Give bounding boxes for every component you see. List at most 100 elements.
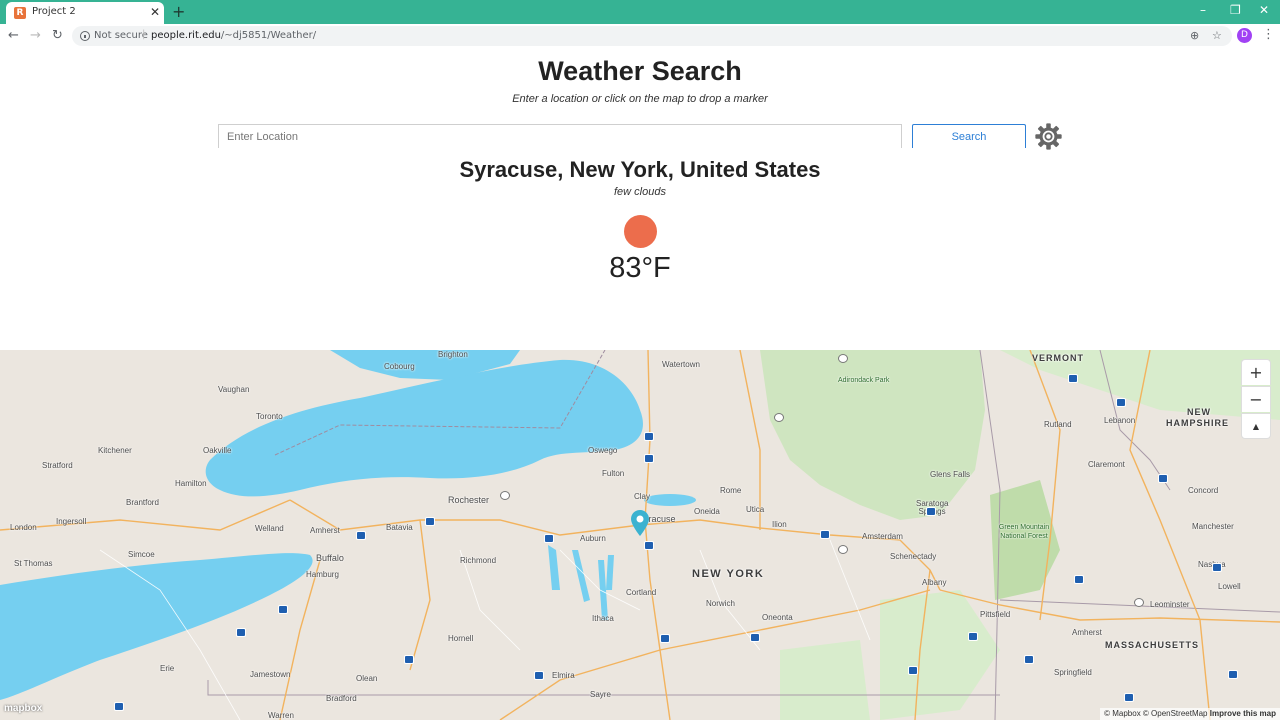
interstate-shield-icon [968,632,978,641]
interstate-shield-icon [644,541,654,550]
restore-icon[interactable]: ❐ [1230,3,1241,17]
interstate-shield-icon [1212,563,1222,572]
interstate-shield-icon [908,666,918,675]
interstate-shield-icon [644,454,654,463]
page-subtitle: Enter a location or click on the map to … [512,93,768,105]
improve-map-link[interactable]: Improve this map [1210,709,1276,718]
location-search-input[interactable] [218,124,902,148]
map-label-state: NEW [1187,407,1211,417]
map-label-city: Brantford [126,498,159,507]
security-label[interactable]: Not secure [94,30,148,41]
interstate-shield-icon [404,655,414,664]
mapbox-logo[interactable]: mapbox [4,703,42,714]
map-label-city: Concord [1188,486,1219,495]
minimize-icon[interactable]: – [1200,3,1206,17]
interstate-shield-icon [425,517,435,526]
map-label-city: Rochester [448,495,490,505]
map-label-city: Utica [746,505,765,514]
map-marker-icon[interactable] [631,510,649,536]
map-label-city: Clay [634,492,651,501]
map-label-city: Cortland [626,588,657,597]
map-label-city: Oneonta [762,613,793,622]
reload-icon[interactable]: ↻ [52,28,63,44]
interstate-shield-icon [1158,474,1168,483]
interstate-shield-icon [1024,655,1034,664]
bookmark-star-icon[interactable]: ☆ [1212,29,1222,43]
map-label-city: Springfield [1054,668,1092,677]
location-target-icon[interactable]: ⊕ [1190,29,1199,43]
interstate-shield-icon [1124,693,1134,702]
new-tab-icon[interactable]: + [172,2,185,22]
url-separator: | [142,29,146,40]
map-label-city: Stratford [42,461,73,470]
map-label-city: Oswego [588,446,618,455]
map-label-city: Ilion [772,520,787,529]
us-route-shield-icon [774,413,784,422]
interstate-shield-icon [1074,575,1084,584]
map-label-city: Leominster [1150,600,1190,609]
profile-avatar[interactable]: D [1237,28,1252,43]
map-label-city: Erie [160,664,175,673]
menu-icon[interactable]: ⋮ [1262,27,1275,43]
map-label-city: Rome [720,486,742,495]
map-label-city: Ingersoll [56,517,87,526]
map-label-city: Oneida [694,507,720,516]
map-label-city: Elmira [552,671,575,680]
attribution-text[interactable]: © Mapbox © OpenStreetMap [1104,709,1207,718]
interstate-shield-icon [750,633,760,642]
gear-icon[interactable] [1034,122,1063,151]
forward-icon[interactable]: → [30,28,41,44]
map-label-city: Watertown [662,360,700,369]
interstate-shield-icon [926,507,936,516]
interstate-shield-icon [114,702,124,711]
map-label-city: Batavia [386,523,413,532]
interstate-shield-icon [278,605,288,614]
interstate-shield-icon [544,534,554,543]
zoom-in-button[interactable]: + [1241,359,1271,385]
map-label-city: Hamburg [306,570,339,579]
url-path: /~dj5851/Weather/ [220,30,317,41]
map-label-city: Ithaca [592,614,614,623]
tab-close-icon[interactable]: ✕ [150,5,160,19]
map-label-city: Bradford [326,694,357,703]
map-label-city: Kitchener [98,446,132,455]
favicon-icon: R [14,7,26,19]
browser-titlebar: R Project 2 ✕ + – ❐ ✕ [0,0,1280,24]
address-bar[interactable]: Not secure | people.rit.edu/~dj5851/Weat… [72,26,1232,46]
search-button[interactable]: Search [912,124,1026,148]
interstate-shield-icon [644,432,654,441]
map-label-state: MASSACHUSETTS [1105,640,1200,650]
interstate-shield-icon [820,530,830,539]
map-label-city: Claremont [1088,460,1125,469]
map-label-state: HAMPSHIRE [1166,418,1230,428]
interstate-shield-icon [534,671,544,680]
map-label-city: Warren [268,711,294,720]
map-label-city: Hornell [448,634,474,643]
map-label-city: Amherst [1072,628,1102,637]
url-host: people.rit.edu [151,30,221,41]
browser-tab[interactable]: R Project 2 ✕ [6,2,164,24]
back-icon[interactable]: ← [8,28,19,44]
window-close-icon[interactable]: ✕ [1259,3,1269,17]
map-label-city: Jamestown [250,670,291,679]
map-label-city: Cobourg [384,362,415,371]
map-label-city: Amherst [310,526,340,535]
interstate-shield-icon [356,531,366,540]
interstate-shield-icon [1116,398,1126,407]
us-route-shield-icon [1134,598,1144,607]
compass-button[interactable]: ▲ [1241,413,1271,439]
map-label-city: Brighton [438,350,468,359]
map-label-city: Glens Falls [930,470,971,479]
map-attribution: © Mapbox © OpenStreetMap Improve this ma… [1100,708,1280,720]
us-route-shield-icon [500,491,510,500]
url-text[interactable]: people.rit.edu/~dj5851/Weather/ [151,30,316,41]
interstate-shield-icon [236,628,246,637]
map-label-city: Simcoe [128,550,155,559]
interstate-shield-icon [1228,670,1238,679]
zoom-out-button[interactable]: − [1241,386,1271,412]
map[interactable]: NEW YORK VERMONT NEW HAMPSHIRE MASSACHUS… [0,350,1280,720]
map-label-city: St Thomas [14,559,53,568]
info-icon[interactable] [80,31,90,41]
us-route-shield-icon [838,545,848,554]
map-label-city: Auburn [580,534,606,543]
